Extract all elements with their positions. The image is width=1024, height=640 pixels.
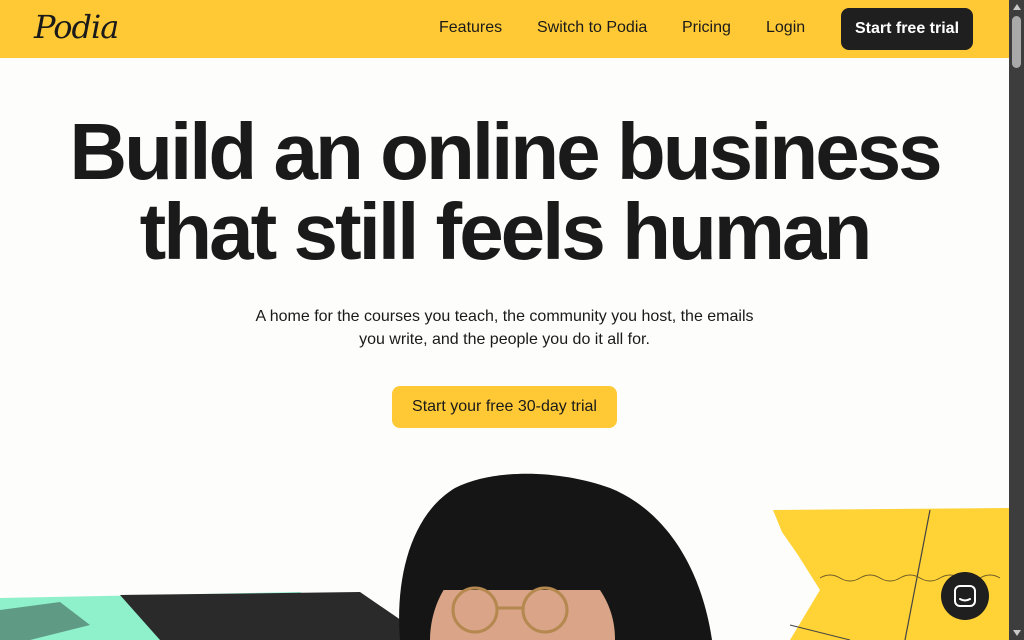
hero-subtitle-line-1: A home for the courses you teach, the co… — [255, 308, 754, 325]
nav-pricing-link[interactable]: Pricing — [682, 19, 731, 37]
chat-launcher-button[interactable] — [941, 572, 989, 620]
page-scrollbar[interactable] — [1009, 0, 1024, 640]
scroll-thumb[interactable] — [1012, 16, 1021, 68]
hero-title-line-1: Build an online business — [69, 107, 942, 196]
start-free-trial-button[interactable]: Start free trial — [841, 8, 973, 50]
nav-switch-link[interactable]: Switch to Podia — [537, 19, 647, 37]
nav-login-link[interactable]: Login — [766, 19, 805, 37]
site-header: Podia Features Switch to Podia Pricing L… — [0, 0, 1009, 58]
nav-features-link[interactable]: Features — [439, 19, 502, 37]
hero-title: Build an online business that still feel… — [0, 112, 1009, 272]
scroll-up-arrow-icon[interactable] — [1013, 4, 1021, 10]
hero-subtitle: A home for the courses you teach, the co… — [220, 305, 789, 351]
scroll-down-arrow-icon[interactable] — [1013, 630, 1021, 636]
start-30-day-trial-button[interactable]: Start your free 30-day trial — [392, 386, 617, 428]
person-bangs — [425, 560, 605, 590]
hero-collage-svg — [0, 473, 1009, 640]
hero-title-line-2: that still feels human — [139, 187, 873, 276]
hero-collage-image — [0, 460, 1009, 640]
dark-texture-shape — [120, 592, 430, 640]
chat-bubble-icon — [954, 585, 976, 607]
podia-logo[interactable]: Podia — [34, 8, 119, 46]
hero-subtitle-line-2: you write, and the people you do it all … — [359, 331, 650, 348]
